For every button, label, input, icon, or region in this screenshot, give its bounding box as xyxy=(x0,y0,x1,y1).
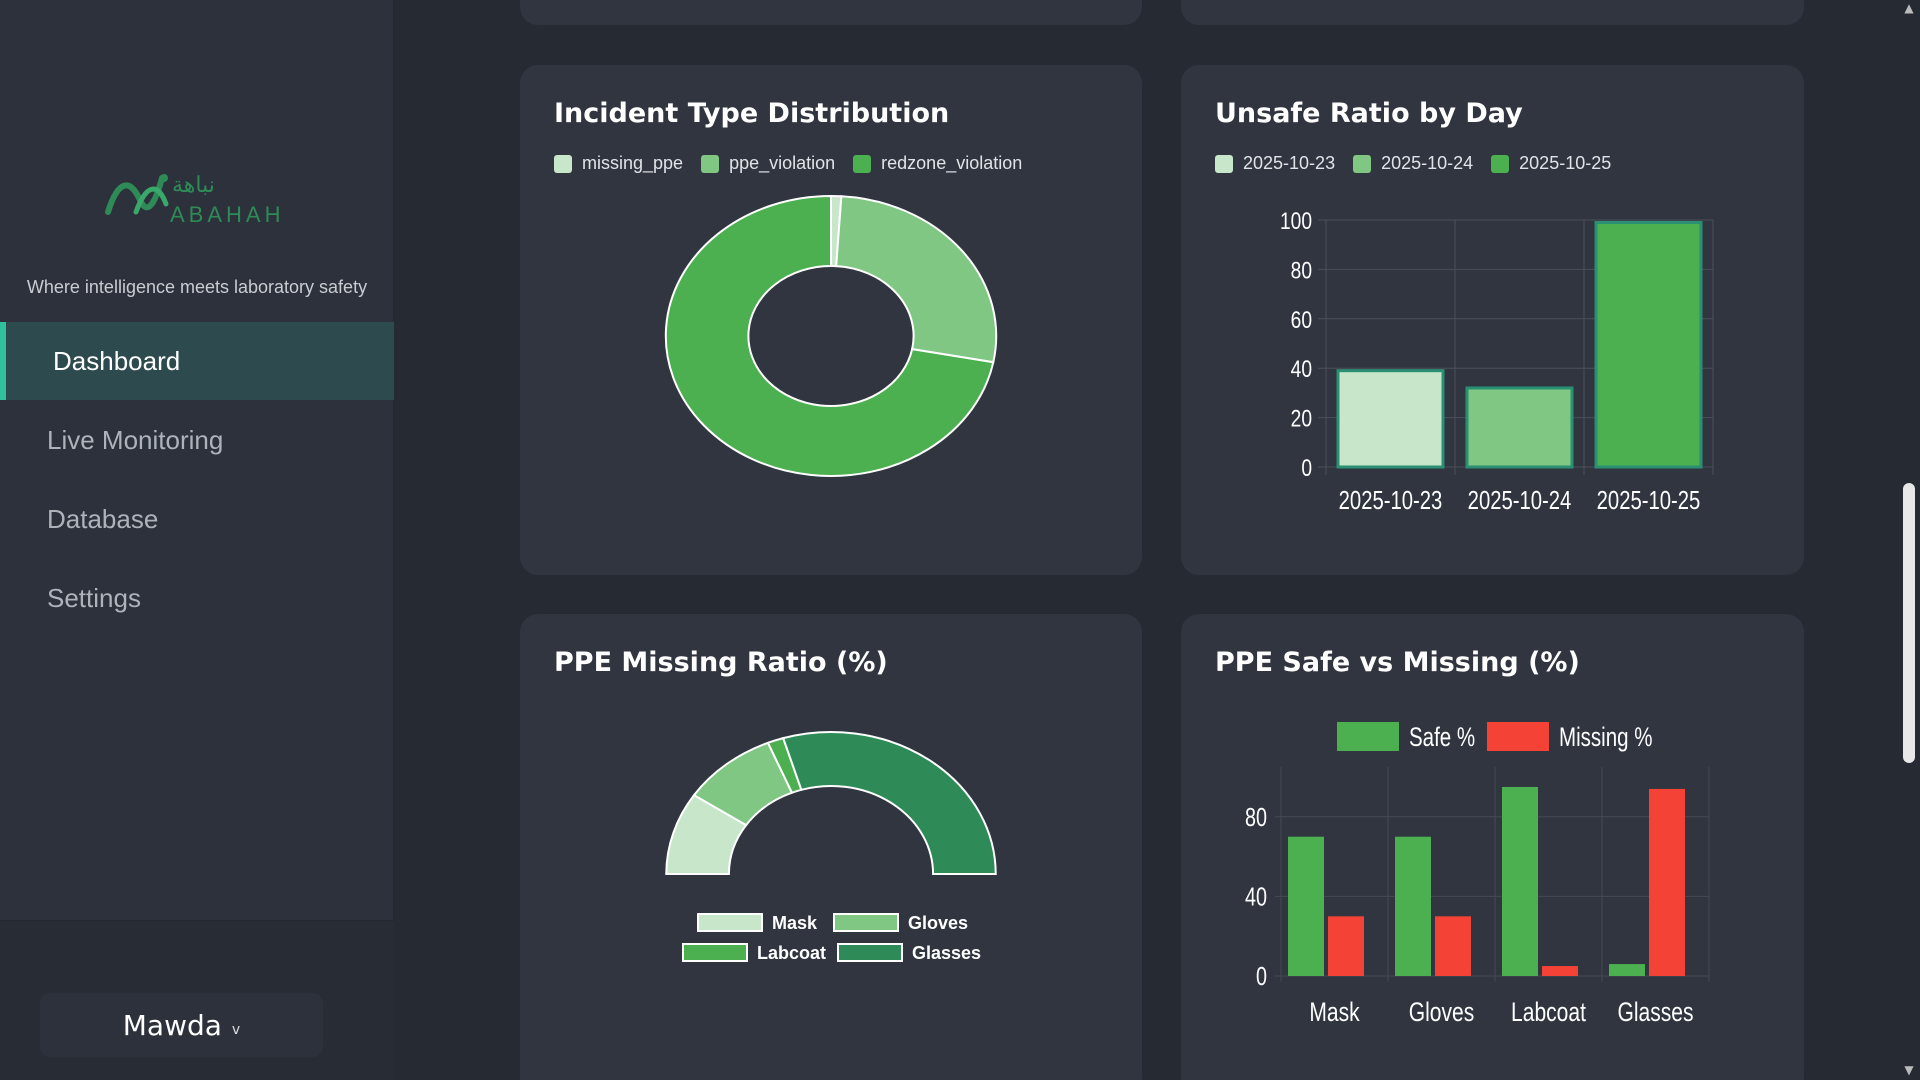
bar-missing-labcoat xyxy=(1542,966,1578,976)
svg-text:نباهة: نباهة xyxy=(172,172,215,197)
card-partial-right xyxy=(1181,0,1804,25)
x-tick-label: Mask xyxy=(1309,998,1360,1028)
scrollbar-thumb[interactable] xyxy=(1903,483,1915,763)
nav-item-label: Live Monitoring xyxy=(47,424,224,455)
card-partial-left xyxy=(520,0,1142,25)
nav-item-label: Settings xyxy=(47,582,141,613)
bar-missing-mask xyxy=(1328,916,1364,976)
legend-swatch xyxy=(697,913,763,932)
donut-slice-ppe_violation xyxy=(835,195,998,364)
x-tick-label: Labcoat xyxy=(1511,998,1586,1028)
y-tick-label: 100 xyxy=(1280,207,1312,235)
y-tick-label: 80 xyxy=(1245,802,1267,831)
sidebar: نباهة ABAHAH Where intelligence meets la… xyxy=(0,0,394,1080)
scroll-down-icon[interactable]: ▼ xyxy=(1901,1064,1917,1076)
gauge-slice-Glasses xyxy=(781,731,997,875)
y-tick-label: 0 xyxy=(1256,961,1267,990)
legend-label: Glasses xyxy=(912,943,981,963)
legend-label: Missing % xyxy=(1559,722,1652,752)
legend-label: Safe % xyxy=(1409,722,1475,752)
legend-label: Mask xyxy=(772,913,818,933)
legend-swatch xyxy=(1337,722,1399,751)
incident-donut-chart xyxy=(664,194,998,477)
legend-swatch xyxy=(833,913,899,932)
svg-text:ABAHAH: ABAHAH xyxy=(170,202,284,227)
y-tick-label: 40 xyxy=(1291,355,1312,383)
y-tick-label: 80 xyxy=(1291,256,1312,284)
bar-missing-gloves xyxy=(1435,916,1471,976)
bar-missing-glasses xyxy=(1649,788,1685,976)
app-logo: نباهة ABAHAH xyxy=(105,172,284,227)
legend-label: Gloves xyxy=(908,913,968,933)
bar-2025-10-25 xyxy=(1594,220,1703,469)
x-tick-label: 2025-10-23 xyxy=(1339,486,1443,515)
x-tick-label: 2025-10-25 xyxy=(1597,486,1701,515)
x-tick-label: 2025-10-24 xyxy=(1468,486,1572,515)
nav-item-label: Database xyxy=(47,503,159,534)
nav-item-label: Dashboard xyxy=(53,345,181,376)
nav-item-database[interactable]: Database xyxy=(0,480,394,558)
nav-item-dashboard[interactable]: Dashboard xyxy=(0,322,394,400)
legend-swatch xyxy=(1487,722,1549,751)
y-tick-label: 60 xyxy=(1291,306,1312,334)
bar-safe-labcoat xyxy=(1502,786,1538,976)
user-name: Mawda xyxy=(122,1008,222,1042)
bar-safe-mask xyxy=(1288,836,1324,976)
incident-type-card: Incident Type Distribution missing_ppe pp… xyxy=(520,65,1142,575)
bar-safe-gloves xyxy=(1395,836,1431,976)
ppe-safe-bar-chart: Safe % Missing % 0 40 80 Mask Gloves Labcoat Gla… xyxy=(1245,722,1710,1028)
nav-item-settings[interactable]: Settings xyxy=(0,559,394,637)
bar-safe-glasses xyxy=(1609,964,1645,976)
sidebar-footer: Mawda v xyxy=(0,920,394,1080)
legend-label: Labcoat xyxy=(757,943,826,963)
ppe-missing-gauge-chart: Mask Gloves Labcoat Glasses xyxy=(665,731,997,963)
y-tick-label: 40 xyxy=(1245,882,1267,911)
unsafe-ratio-card: Unsafe Ratio by Day 2025-10-23 2025-10-24… xyxy=(1181,65,1804,575)
ppe-safe-card: PPE Safe vs Missing (%) Safe % Missing % 0… xyxy=(1181,614,1804,1080)
x-tick-label: Glasses xyxy=(1617,998,1693,1028)
legend-swatch xyxy=(837,943,903,962)
bar-2025-10-23 xyxy=(1336,369,1445,469)
chevron-down-icon: v xyxy=(231,1022,241,1038)
ppe-missing-card: PPE Missing Ratio (%) Mask Gloves Labcoat G… xyxy=(520,614,1142,1080)
x-tick-label: Gloves xyxy=(1409,998,1475,1028)
bar-2025-10-24 xyxy=(1465,386,1574,469)
y-tick-label: 0 xyxy=(1301,454,1312,482)
unsafe-ratio-bar-chart: 0 20 40 60 80 100 2025-10-23 2025-10-24 2025-10-… xyxy=(1280,207,1714,515)
legend-swatch xyxy=(682,943,748,962)
tagline: Where intelligence meets laboratory safe… xyxy=(26,277,368,297)
user-menu-button[interactable]: Mawda v xyxy=(40,993,323,1057)
nav-item-live-monitoring[interactable]: Live Monitoring xyxy=(0,401,394,479)
y-tick-label: 20 xyxy=(1291,405,1312,433)
scroll-up-icon[interactable]: ▲ xyxy=(1901,2,1917,14)
